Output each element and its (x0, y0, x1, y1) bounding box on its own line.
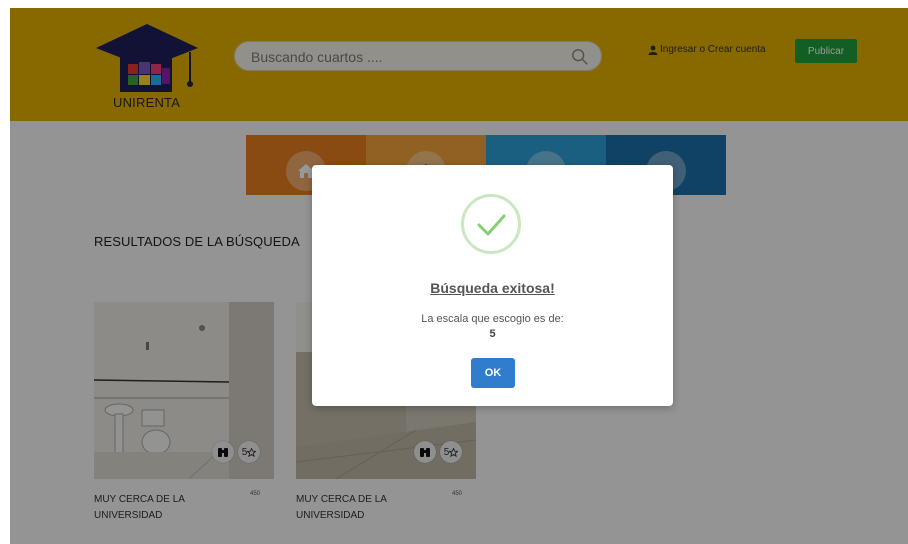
dialog-message: La escala que escogio es de: (421, 313, 564, 325)
dialog-title: Búsqueda exitosa! (430, 280, 555, 296)
dialog-value: 5 (489, 328, 496, 340)
success-check-icon (461, 194, 521, 254)
success-dialog: Búsqueda exitosa! La escala que escogio … (312, 165, 673, 406)
ok-button[interactable]: OK (471, 358, 515, 388)
page: UNIRENTA Ingresar o Crear cuenta Publica… (10, 8, 908, 544)
